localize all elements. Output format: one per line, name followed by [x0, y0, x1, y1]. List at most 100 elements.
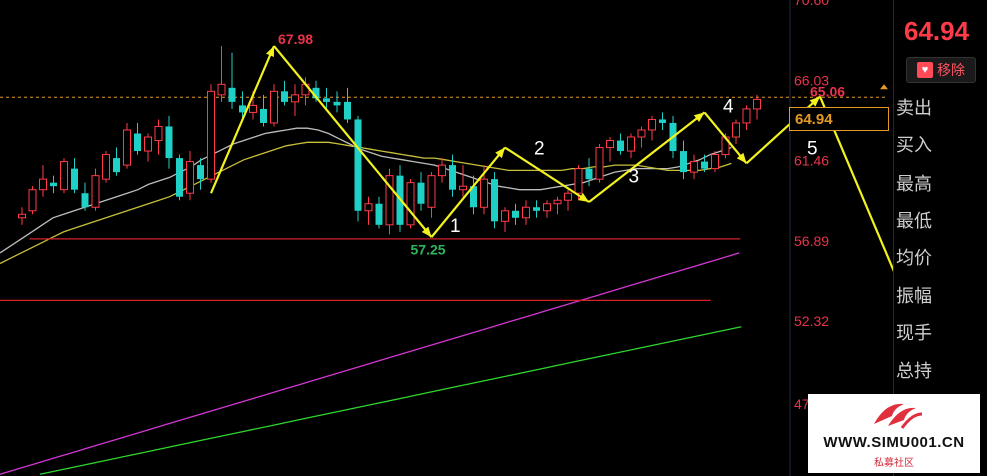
last-price: 64.94	[904, 16, 970, 46]
candle-body	[438, 164, 446, 177]
wave-label-4: 4	[723, 96, 734, 117]
candle-body	[134, 133, 141, 152]
candle-body	[50, 182, 57, 187]
candle-body	[585, 168, 593, 180]
chart-labels: 67.9857.2565.0612345	[278, 31, 845, 257]
candle-body	[71, 168, 78, 190]
wave-segment	[273, 45, 433, 238]
y-tick-label: 61.46	[794, 153, 829, 169]
candle-body	[344, 101, 351, 120]
candle-body	[323, 98, 330, 102]
y-tick-label: 52.32	[794, 313, 829, 329]
candle-body	[553, 199, 562, 205]
logo-site-text: WWW.SIMU001.CN	[823, 434, 965, 451]
candle-body	[564, 192, 572, 201]
candle-body	[249, 104, 257, 113]
side-item-avg[interactable]: 均价	[896, 244, 932, 270]
side-item-amplitude[interactable]: 振幅	[896, 282, 932, 308]
candle-body	[427, 175, 436, 208]
y-tick-label: 66.03	[794, 72, 829, 88]
current-price-box: 64.94	[789, 107, 889, 131]
candle-body	[701, 161, 708, 169]
candle-body	[753, 98, 761, 110]
candle-body	[533, 207, 540, 211]
candle-body	[102, 154, 110, 180]
candle-body	[60, 161, 68, 191]
candle-body	[480, 178, 488, 208]
candle-body	[680, 151, 687, 173]
wave-arrowhead	[578, 192, 589, 202]
side-item-open-interest[interactable]: 总持	[896, 357, 932, 383]
candle-body	[291, 94, 299, 103]
remove-label: 移除	[937, 62, 965, 78]
price-marker-icon	[880, 84, 888, 90]
candle-body	[217, 83, 226, 96]
candle-body	[648, 118, 656, 131]
candle-body	[354, 119, 362, 211]
side-item-low[interactable]: 最低	[896, 207, 932, 233]
candle-body	[123, 129, 131, 166]
candle-body	[459, 185, 467, 191]
candle-body	[228, 87, 236, 102]
candle-body	[512, 210, 519, 218]
candle-body	[637, 129, 646, 138]
candle-body	[39, 178, 47, 191]
candle-body	[417, 182, 425, 204]
y-axis: 70.6066.0361.4656.8952.3247	[794, 0, 829, 412]
candle-body	[711, 154, 719, 170]
candle-body	[449, 165, 456, 190]
candle-body	[690, 161, 698, 173]
candle-body	[281, 91, 288, 102]
candle-body	[627, 136, 635, 152]
grid-layer	[0, 0, 888, 476]
candle-body	[659, 119, 666, 123]
side-item-buy[interactable]: 买入	[896, 131, 932, 157]
candle-body	[197, 165, 204, 180]
candle-body	[333, 101, 341, 106]
ma-green-line	[39, 326, 742, 475]
logo-mark-icon	[874, 403, 923, 429]
candle-body	[81, 193, 89, 208]
side-item-volume[interactable]: 现手	[896, 319, 932, 345]
candle-body	[154, 125, 163, 142]
candle-body	[186, 161, 194, 194]
wave-label-1: 1	[450, 216, 461, 237]
low-price-label: 57.25	[411, 241, 446, 257]
wave-label-2: 2	[534, 139, 545, 160]
candle-body	[742, 108, 751, 124]
candle-body	[28, 189, 37, 212]
candle-body	[91, 175, 100, 208]
ma-magenta-line	[0, 252, 740, 475]
candle-body	[176, 158, 183, 197]
candle-body	[270, 90, 278, 124]
candle-body	[617, 140, 624, 152]
candle-body	[606, 140, 614, 149]
support-lines	[0, 238, 741, 301]
y-tick-label: 56.89	[794, 233, 829, 249]
candle-body	[165, 126, 173, 159]
wave-segment	[588, 111, 706, 203]
candle-body	[18, 213, 26, 219]
heart-icon: ♥	[917, 62, 933, 78]
side-item-sell[interactable]: 卖出	[896, 94, 932, 120]
candle-body	[375, 203, 383, 225]
candles	[18, 46, 761, 235]
candle-body	[574, 168, 583, 194]
remove-watchlist-button[interactable]: ♥ 移除	[906, 57, 976, 83]
candle-body	[595, 147, 604, 180]
candle-body	[207, 90, 215, 180]
logo-sub-text: 私募社区	[874, 458, 914, 469]
candle-body	[732, 122, 740, 138]
candle-body	[522, 206, 530, 219]
candle-body	[501, 210, 509, 222]
candle-body	[364, 203, 373, 212]
candle-body	[144, 136, 152, 152]
side-item-high[interactable]: 最高	[896, 170, 932, 196]
candle-body	[491, 179, 498, 222]
candle-body	[543, 203, 551, 212]
candle-body	[113, 158, 120, 173]
candle-body	[406, 182, 415, 226]
wave-label-3: 3	[629, 167, 640, 188]
watermark-logo: WWW.SIMU001.CN 私募社区	[808, 394, 980, 473]
candle-body	[260, 108, 267, 123]
